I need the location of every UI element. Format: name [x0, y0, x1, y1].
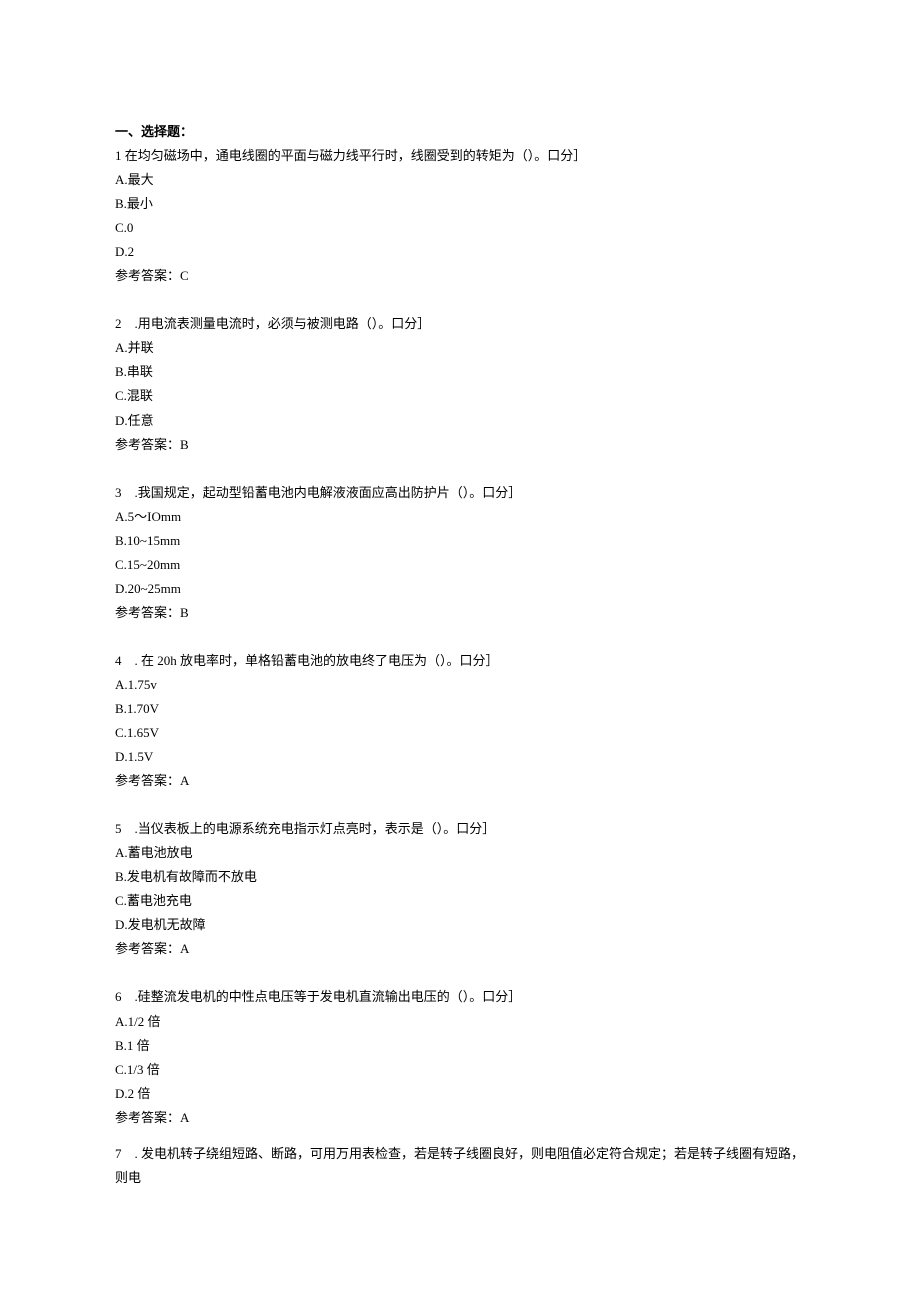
question-5: 5 .当仪表板上的电源系统充电指示灯点亮时，表示是（）。口分］ A.蓄电池放电 …	[115, 817, 805, 961]
question-6: 6 .硅整流发电机的中性点电压等于发电机直流输出电压的（）。口分］ A.1/2 …	[115, 985, 805, 1129]
option-a: A.蓄电池放电	[115, 841, 805, 865]
section-title: 一、选择题：	[115, 120, 805, 144]
option-c: C.1/3 倍	[115, 1058, 805, 1082]
answer: 参考答案：B	[115, 433, 805, 457]
option-c: C.0	[115, 216, 805, 240]
option-d: D.1.5V	[115, 745, 805, 769]
question-2: 2 .用电流表测量电流时，必须与被测电路（）。口分］ A.并联 B.串联 C.混…	[115, 312, 805, 456]
option-d: D.20~25mm	[115, 577, 805, 601]
answer: 参考答案：A	[115, 937, 805, 961]
question-text: 4 . 在 20h 放电率时，单格铅蓄电池的放电终了电压为（）。口分］	[115, 649, 805, 673]
question-1: 1 在均匀磁场中，通电线圈的平面与磁力线平行时，线圈受到的转矩为（）。口分］ A…	[115, 144, 805, 288]
option-c: C.蓄电池充电	[115, 889, 805, 913]
option-b: B.1 倍	[115, 1034, 805, 1058]
question-text: 5 .当仪表板上的电源系统充电指示灯点亮时，表示是（）。口分］	[115, 817, 805, 841]
option-d: D.发电机无故障	[115, 913, 805, 937]
option-d: D.任意	[115, 409, 805, 433]
option-a: A.5～IOmm	[115, 505, 805, 529]
option-d: D.2 倍	[115, 1082, 805, 1106]
option-a: A.1/2 倍	[115, 1010, 805, 1034]
question-text: 7 . 发电机转子绕组短路、断路，可用万用表检查，若是转子线圈良好，则电阻值必定…	[115, 1142, 805, 1190]
answer: 参考答案：A	[115, 769, 805, 793]
question-4: 4 . 在 20h 放电率时，单格铅蓄电池的放电终了电压为（）。口分］ A.1.…	[115, 649, 805, 793]
option-b: B.10~15mm	[115, 529, 805, 553]
answer: 参考答案：B	[115, 601, 805, 625]
question-text: 6 .硅整流发电机的中性点电压等于发电机直流输出电压的（）。口分］	[115, 985, 805, 1009]
question-text: 2 .用电流表测量电流时，必须与被测电路（）。口分］	[115, 312, 805, 336]
answer: 参考答案：A	[115, 1106, 805, 1130]
option-d: D.2	[115, 240, 805, 264]
option-a: A.1.75v	[115, 673, 805, 697]
question-text: 3 .我国规定，起动型铅蓄电池内电解液液面应高出防护片（）。口分］	[115, 481, 805, 505]
question-7: 7 . 发电机转子绕组短路、断路，可用万用表检查，若是转子线圈良好，则电阻值必定…	[115, 1142, 805, 1190]
option-c: C.15~20mm	[115, 553, 805, 577]
option-b: B.发电机有故障而不放电	[115, 865, 805, 889]
answer: 参考答案：C	[115, 264, 805, 288]
option-a: A.最大	[115, 168, 805, 192]
option-c: C.1.65V	[115, 721, 805, 745]
option-c: C.混联	[115, 384, 805, 408]
question-text: 1 在均匀磁场中，通电线圈的平面与磁力线平行时，线圈受到的转矩为（）。口分］	[115, 144, 805, 168]
option-b: B.串联	[115, 360, 805, 384]
question-3: 3 .我国规定，起动型铅蓄电池内电解液液面应高出防护片（）。口分］ A.5～IO…	[115, 481, 805, 625]
option-a: A.并联	[115, 336, 805, 360]
option-b: B.1.70V	[115, 697, 805, 721]
option-b: B.最小	[115, 192, 805, 216]
